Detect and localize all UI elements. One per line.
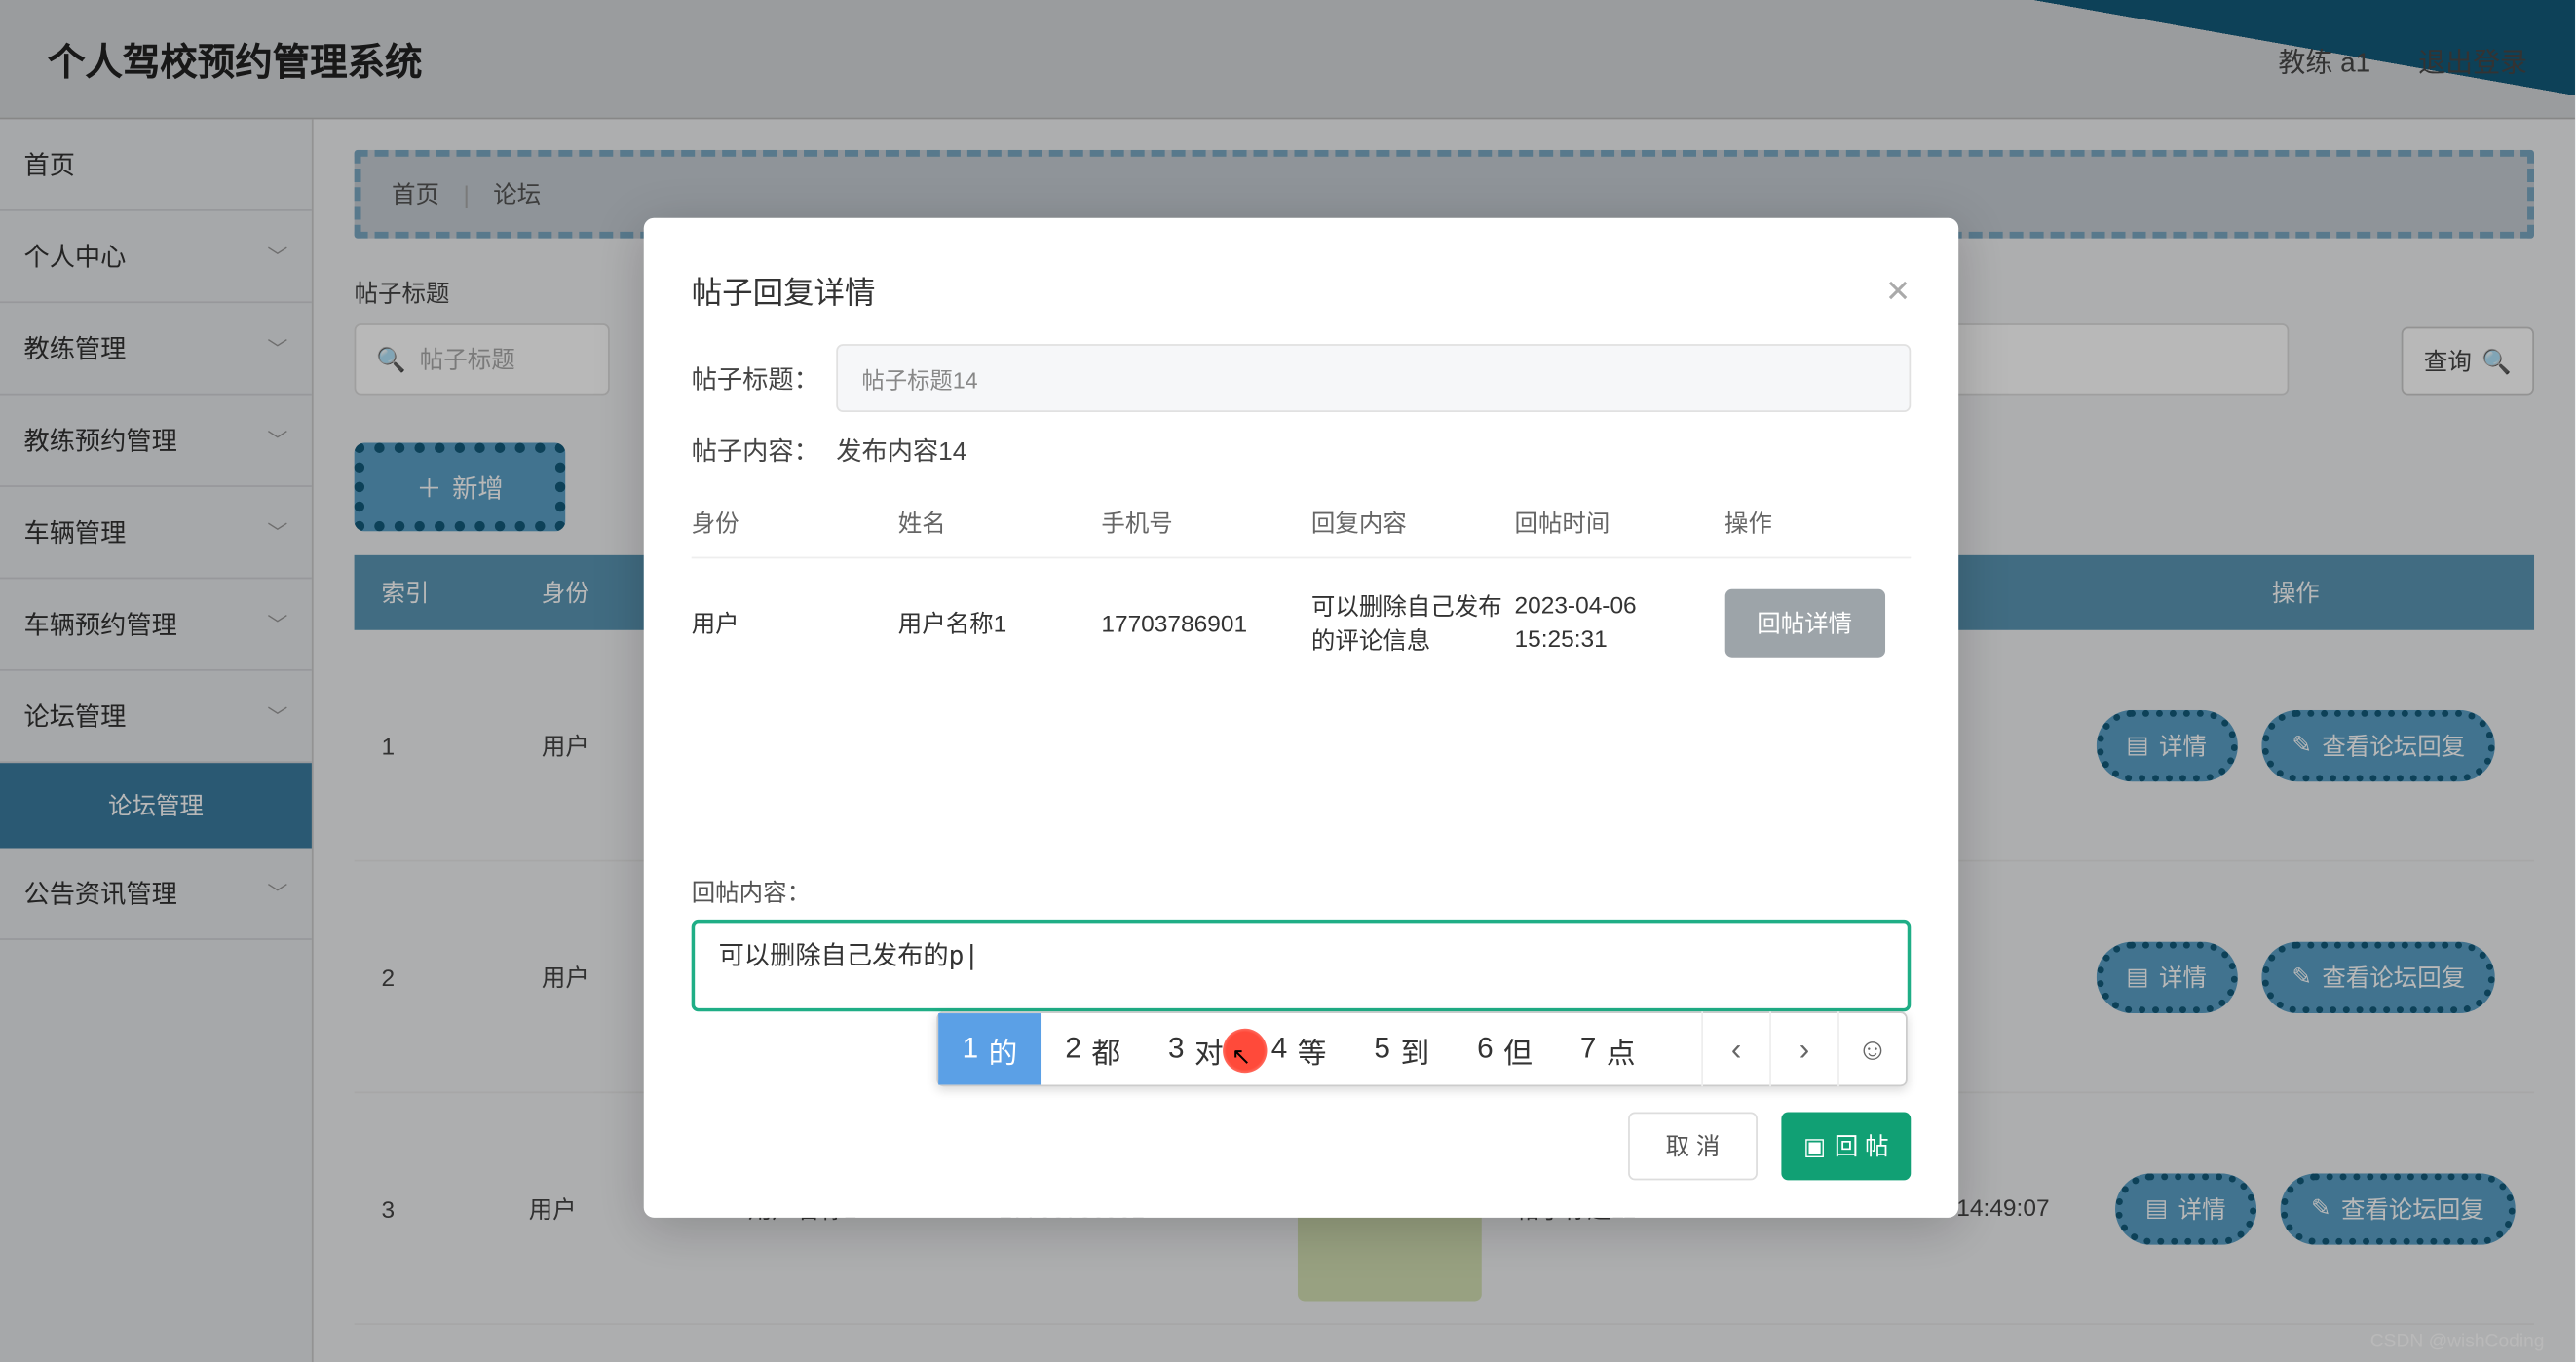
w: 的 bbox=[989, 1028, 1018, 1071]
reply-icon: ▣ bbox=[1803, 1132, 1826, 1161]
cancel-button[interactable]: 取 消 bbox=[1628, 1112, 1758, 1180]
logout-link[interactable]: 退出登录 bbox=[2418, 38, 2527, 79]
w: 都 bbox=[1091, 1028, 1120, 1071]
rth-content: 回复内容 bbox=[1311, 506, 1515, 540]
ime-next-icon[interactable]: › bbox=[1769, 1011, 1837, 1086]
reply-table: 身份 姓名 手机号 回复内容 回帖时间 操作 用户 用户名称1 17703786… bbox=[692, 489, 1912, 689]
rth-phone: 手机号 bbox=[1101, 506, 1311, 540]
cell-phone: 17703786901 bbox=[1101, 610, 1311, 637]
n: 6 bbox=[1477, 1032, 1494, 1066]
post-title-label: 帖子标题： bbox=[692, 360, 819, 397]
current-user[interactable]: 教练 a1 bbox=[2278, 38, 2370, 79]
n: 1 bbox=[963, 1032, 979, 1066]
ime-prev-icon[interactable]: ‹ bbox=[1701, 1011, 1769, 1086]
n: 3 bbox=[1168, 1032, 1185, 1066]
rth-time: 回帖时间 bbox=[1514, 506, 1724, 540]
ime-option-1[interactable]: 1的 bbox=[938, 1013, 1042, 1084]
reply-detail-button[interactable]: 回帖详情 bbox=[1724, 589, 1884, 658]
ime-option-5[interactable]: 5到 bbox=[1350, 1013, 1454, 1084]
rth-ops: 操作 bbox=[1724, 506, 1911, 540]
ime-option-3[interactable]: 3对 bbox=[1145, 1013, 1248, 1084]
ime-emoji-icon[interactable]: ☺ bbox=[1837, 1011, 1906, 1086]
cell-role: 用户 bbox=[692, 606, 898, 640]
post-content-value: 发布内容14 bbox=[836, 433, 966, 469]
w: 但 bbox=[1503, 1028, 1533, 1071]
label: 回 帖 bbox=[1835, 1129, 1889, 1163]
reply-textarea[interactable] bbox=[692, 920, 1912, 1011]
w: 点 bbox=[1607, 1028, 1636, 1071]
ime-option-2[interactable]: 2都 bbox=[1042, 1013, 1145, 1084]
n: 2 bbox=[1065, 1032, 1081, 1066]
ime-option-4[interactable]: 4等 bbox=[1247, 1013, 1350, 1084]
reply-row: 用户 用户名称1 17703786901 可以删除自己发布的评论信息 2023-… bbox=[692, 558, 1912, 688]
ime-option-7[interactable]: 7点 bbox=[1556, 1013, 1659, 1084]
reply-content-label: 回帖内容： bbox=[692, 875, 1912, 909]
n: 5 bbox=[1374, 1032, 1390, 1066]
rth-role: 身份 bbox=[692, 506, 898, 540]
post-title-input[interactable] bbox=[836, 344, 1911, 412]
n: 7 bbox=[1580, 1032, 1597, 1066]
cell-time: 2023-04-06 15:25:31 bbox=[1514, 590, 1724, 657]
ime-option-6[interactable]: 6但 bbox=[1454, 1013, 1557, 1084]
w: 等 bbox=[1298, 1028, 1327, 1071]
w: 对 bbox=[1194, 1028, 1224, 1071]
cell-name: 用户名称1 bbox=[898, 606, 1102, 640]
cell-content: 可以删除自己发布的评论信息 bbox=[1311, 589, 1515, 658]
modal-title: 帖子回复详情 bbox=[692, 269, 876, 313]
n: 4 bbox=[1271, 1032, 1288, 1066]
close-icon[interactable]: ✕ bbox=[1885, 274, 1911, 310]
post-content-label: 帖子内容： bbox=[692, 433, 819, 469]
rth-name: 姓名 bbox=[898, 506, 1102, 540]
ime-candidate-bar[interactable]: 1的 2都 3对 4等 5到 6但 7点 ‹ › ☺ bbox=[936, 1011, 1907, 1086]
submit-reply-button[interactable]: ▣ 回 帖 bbox=[1781, 1112, 1911, 1180]
w: 到 bbox=[1400, 1028, 1429, 1071]
watermark: CSDN @wishCoding bbox=[2370, 1332, 2545, 1352]
